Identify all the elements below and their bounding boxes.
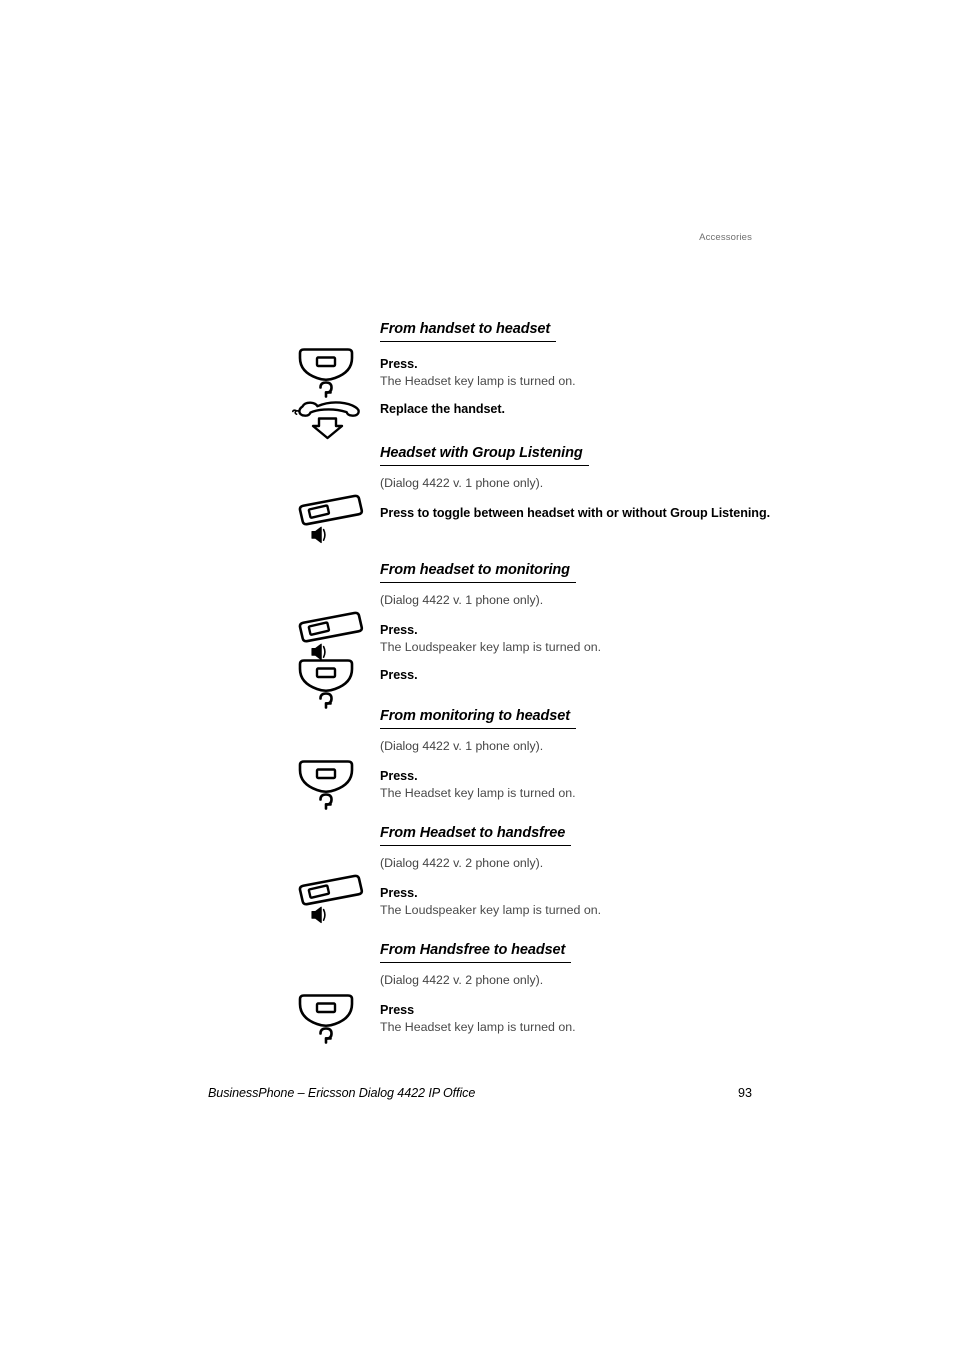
page-footer: BusinessPhone – Ericsson Dialog 4422 IP … [208,1086,752,1100]
step-description: The Loudspeaker key lamp is turned on. [380,640,602,654]
loudspeaker-key-icon [298,874,364,924]
step-description: The Loudspeaker key lamp is turned on. [380,903,602,917]
headset-key-icon-well [288,988,374,1048]
step-instruction: Press [380,1003,415,1017]
section-heading: From monitoring to headset [380,707,576,729]
headset-key-icon-well [288,653,374,713]
section-note: (Dialog 4422 v. 1 phone only). [380,739,544,753]
handset-glyph [298,401,360,417]
procedure-step: Press The Headset key lamp is turned on. [298,994,954,1044]
procedure-step: Press. [298,659,954,709]
section-note: (Dialog 4422 v. 2 phone only). [380,856,544,870]
headset-key-icon [298,760,354,810]
step-instruction: Replace the handset. [380,402,505,416]
step-instruction: Press. [380,668,418,682]
step-description: The Headset key lamp is turned on. [380,1020,576,1034]
document-page: Accessories From handset to headset Pres… [0,0,954,1351]
loudspeaker-key-icon-well [288,871,374,931]
step-instruction: Press. [380,886,418,900]
page-number: 93 [737,1086,752,1100]
section-heading: Headset with Group Listening [380,444,589,466]
procedure-step: Replace the handset. [292,401,954,440]
procedure-section: Headset with Group Listening (Dialog 4422… [0,444,954,544]
procedure-step: Press. The Loudspeaker key lamp is turned… [298,611,954,661]
section-heading: From Handsfree to headset [380,941,572,963]
down-arrow-glyph [311,417,344,440]
section-note: (Dialog 4422 v. 1 phone only). [380,476,544,490]
step-description: The Headset key lamp is turned on. [380,374,576,388]
procedure-step: Press. The Headset key lamp is turned on. [298,348,954,398]
section-heading: From headset to monitoring [380,561,576,583]
footer-title: BusinessPhone – Ericsson Dialog 4422 IP … [208,1086,476,1100]
procedure-step: Press. The Loudspeaker key lamp is turned… [298,874,954,924]
headset-key-icon [298,659,354,709]
loudspeaker-key-icon-well [288,491,374,551]
procedure-step: Press. The Headset key lamp is turned on. [298,760,954,810]
section-heading: From Headset to handsfree [380,824,572,846]
headset-glyph [319,1027,333,1044]
procedure-section: From Headset to handsfree (Dialog 4422 v.… [0,824,954,924]
step-instruction: Press. [380,357,418,371]
step-description: The Headset key lamp is turned on. [380,786,576,800]
headset-glyph [319,793,333,810]
running-header: Accessories [699,232,752,243]
step-instruction: Press. [380,769,418,783]
procedure-section: From headset to monitoring (Dialog 4422 v… [0,561,954,709]
procedure-section: From monitoring to headset (Dialog 4422 v… [0,707,954,810]
procedure-step: Press to toggle between headset with or … [298,494,954,544]
loudspeaker-key-icon [298,494,364,544]
headset-key-icon-well [288,754,374,814]
speaker-glyph [311,526,326,544]
step-instruction: Press. [380,623,418,637]
step-instruction: Press to toggle between headset with or … [380,506,771,520]
procedure-section: From handset to headset Press. The Headse… [0,320,954,440]
headset-glyph [319,692,333,709]
procedure-section: From Handsfree to headset (Dialog 4422 v.… [0,941,954,1044]
headset-key-icon [298,994,354,1044]
speaker-glyph [311,906,326,924]
section-note: (Dialog 4422 v. 2 phone only). [380,973,544,987]
section-heading: From handset to headset [380,320,557,342]
section-note: (Dialog 4422 v. 1 phone only). [380,593,544,607]
